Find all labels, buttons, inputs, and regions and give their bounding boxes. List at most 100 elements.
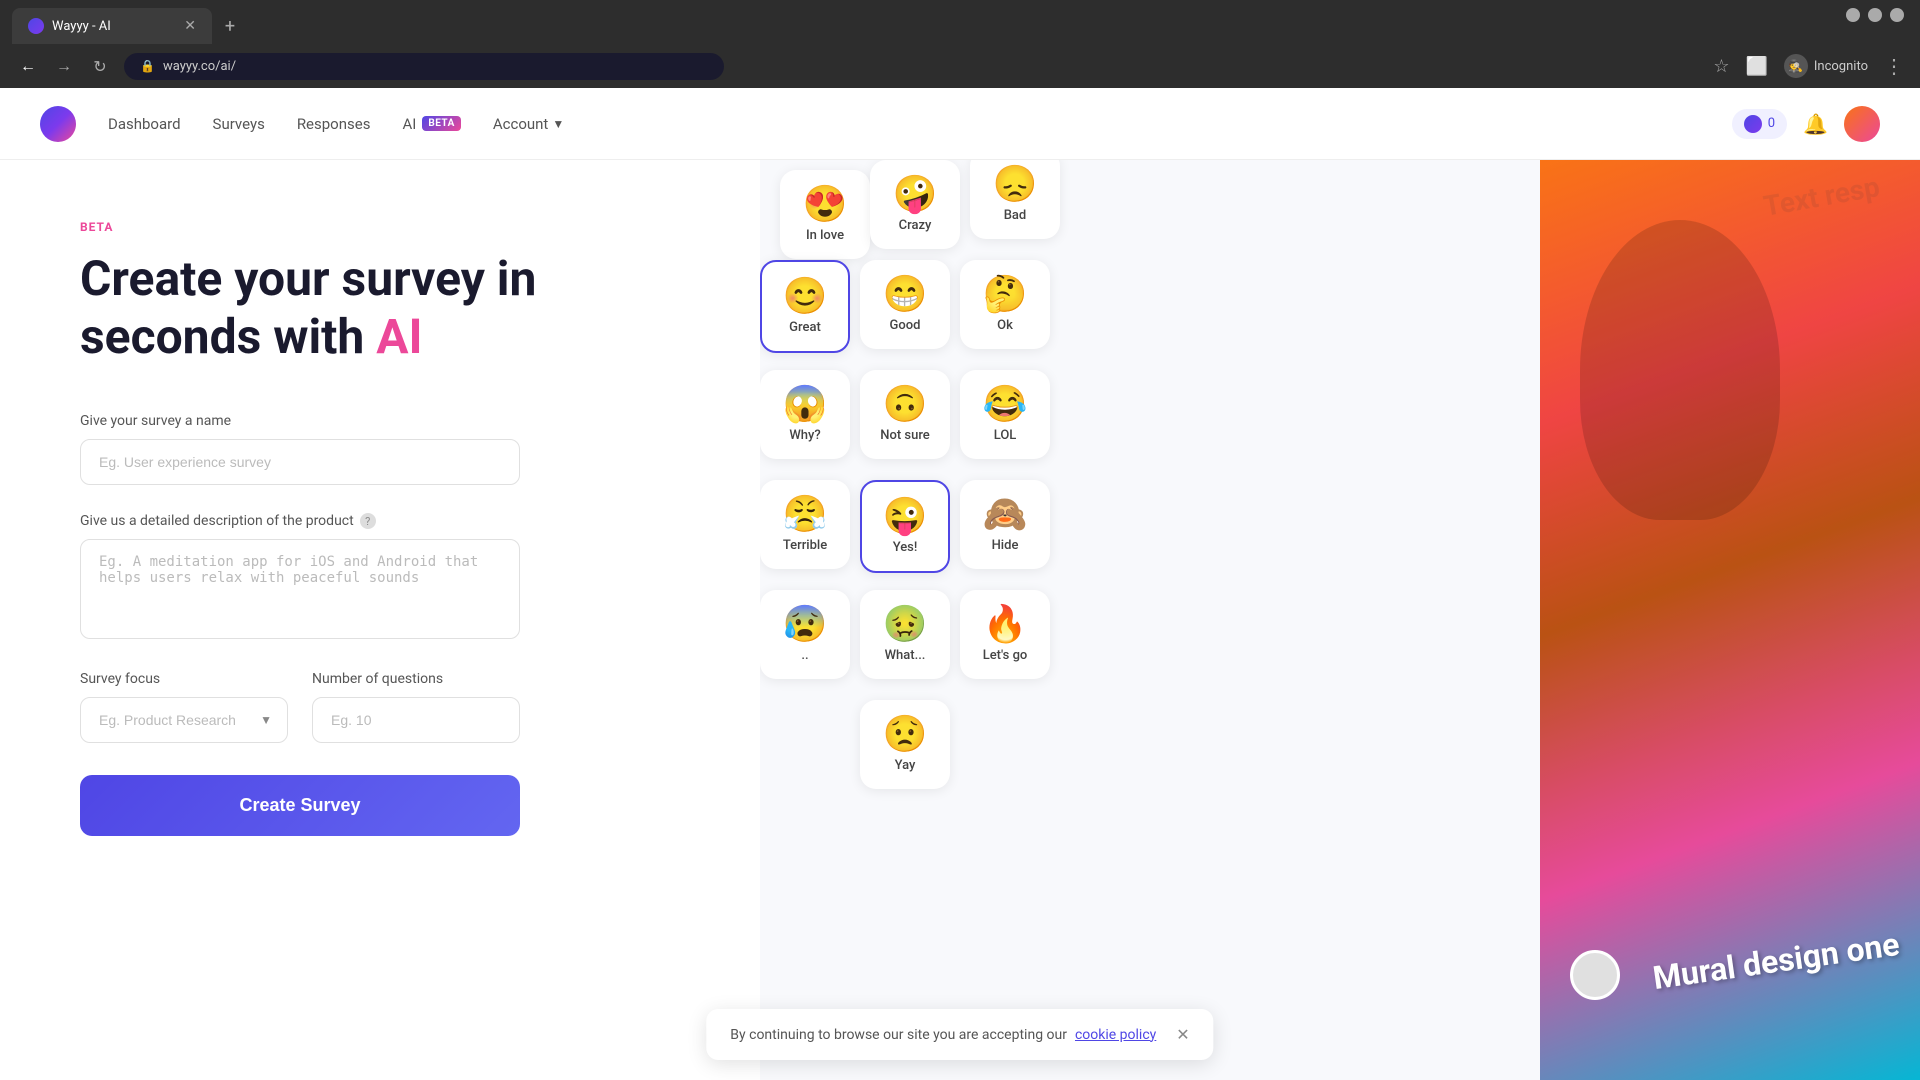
app-navbar: Dashboard Surveys Responses AI BETA Acco… (0, 88, 1920, 160)
list-item[interactable]: 😱Why? (760, 370, 850, 459)
cookie-text: By continuing to browse our site you are… (730, 1027, 1067, 1043)
emoji-icon: 😍 (803, 186, 848, 222)
nav-ai-label: AI (402, 115, 416, 133)
nav-dashboard[interactable]: Dashboard (108, 115, 181, 133)
emoji-label: What... (885, 648, 926, 663)
star-icon[interactable]: ☆ (1713, 56, 1729, 77)
minimize-button[interactable] (1846, 8, 1860, 22)
survey-name-label: Give your survey a name (80, 413, 680, 429)
survey-focus-col: Survey focus Eg. Product Research (80, 671, 288, 743)
num-questions-col: Number of questions (312, 671, 520, 743)
emoji-icon: 😜 (883, 498, 928, 534)
reload-button[interactable]: ↻ (88, 57, 112, 76)
nav-ai[interactable]: AI BETA (402, 115, 460, 133)
cookie-policy-link[interactable]: cookie policy (1075, 1027, 1156, 1043)
emoji-label: Why? (789, 428, 820, 443)
emoji-label: Great (789, 320, 821, 335)
emoji-icon: 😟 (883, 716, 928, 752)
list-item[interactable]: 😰.. (760, 590, 850, 679)
menu-icon[interactable]: ⋮ (1884, 54, 1904, 78)
close-button[interactable] (1890, 8, 1904, 22)
nav-links: Dashboard Surveys Responses AI BETA Acco… (108, 115, 564, 133)
emoji-icon: 🤔 (983, 276, 1028, 312)
help-icon[interactable]: ? (360, 513, 376, 529)
points-icon (1744, 115, 1762, 133)
list-item[interactable]: 🤪Crazy (870, 160, 960, 249)
tab-title: Wayyy - AI (52, 19, 111, 34)
emoji-icon: 😰 (783, 606, 828, 642)
nav-responses[interactable]: Responses (297, 115, 371, 133)
list-item[interactable]: 😜Yes! (860, 480, 950, 573)
survey-focus-select[interactable]: Eg. Product Research (80, 697, 288, 743)
art-radio-button (1570, 950, 1620, 1000)
beta-label: BETA (80, 220, 680, 234)
emoji-label: LOL (994, 428, 1017, 443)
maximize-button[interactable] (1868, 8, 1882, 22)
list-item[interactable]: 😤Terrible (760, 480, 850, 569)
list-item[interactable]: 😍 In love (780, 170, 870, 259)
tab-icon[interactable]: ⬜ (1745, 56, 1767, 77)
new-tab-button[interactable]: + (216, 12, 244, 40)
tab-favicon (28, 18, 44, 34)
hero-title: Create your survey in seconds with AI (80, 250, 680, 365)
list-item[interactable]: 😊 Great (760, 260, 850, 353)
list-item[interactable]: 🙃 Not sure (860, 370, 950, 459)
list-item[interactable]: 😁Good (860, 260, 950, 349)
active-tab[interactable]: Wayyy - AI ✕ (12, 8, 212, 44)
main-content: BETA Create your survey in seconds with … (0, 160, 1920, 1080)
emoji-label: Hide (992, 538, 1019, 553)
emoji-icon: 😤 (783, 496, 828, 532)
emoji-label: Not sure (880, 428, 930, 443)
nav-account[interactable]: Account ▼ (493, 115, 564, 133)
notification-bell-icon[interactable]: 🔔 (1803, 112, 1828, 136)
description-textarea[interactable] (80, 539, 520, 639)
list-item[interactable]: 🙈Hide (960, 480, 1050, 569)
lock-icon: 🔒 (140, 59, 155, 73)
emoji-label: Good (890, 318, 921, 333)
points-count: 0 (1768, 116, 1775, 131)
nav-surveys[interactable]: Surveys (213, 115, 265, 133)
emoji-label: .. (801, 648, 808, 663)
user-avatar[interactable] (1844, 106, 1880, 142)
tab-bar: Wayyy - AI ✕ + (0, 0, 1920, 44)
incognito-label: Incognito (1814, 59, 1868, 74)
browser-actions: ☆ ⬜ 🕵 Incognito ⋮ (1713, 54, 1904, 78)
list-item[interactable]: 😂LOL (960, 370, 1050, 459)
forward-button[interactable]: → (52, 56, 76, 76)
description-label-row: Give us a detailed description of the pr… (80, 513, 680, 529)
emoji-label: Let's go (983, 648, 1028, 663)
survey-name-input[interactable] (80, 439, 520, 485)
create-survey-button[interactable]: Create Survey (80, 775, 520, 836)
incognito-badge: 🕵 Incognito (1784, 54, 1868, 78)
url-bar[interactable]: 🔒 wayyy.co/ai/ (124, 53, 724, 80)
hero-title-line2: seconds with (80, 308, 376, 365)
cookie-close-button[interactable]: ✕ (1176, 1025, 1189, 1044)
points-badge[interactable]: 0 (1732, 109, 1787, 139)
emoji-icon: 🙃 (883, 386, 928, 422)
list-item[interactable]: 😟Yay (860, 700, 950, 789)
survey-focus-label: Survey focus (80, 671, 288, 687)
address-bar: ← → ↻ 🔒 wayyy.co/ai/ ☆ ⬜ 🕵 Incognito ⋮ (0, 44, 1920, 88)
app-logo[interactable] (40, 106, 76, 142)
list-item[interactable]: 🤔Ok (960, 260, 1050, 349)
tab-close-button[interactable]: ✕ (184, 18, 196, 34)
list-item[interactable]: 😞Bad (970, 160, 1060, 239)
num-questions-label: Number of questions (312, 671, 520, 687)
cookie-banner: By continuing to browse our site you are… (706, 1009, 1213, 1060)
emoji-label: In love (806, 228, 844, 243)
num-questions-input[interactable] (312, 697, 520, 743)
back-button[interactable]: ← (16, 56, 40, 76)
form-panel: BETA Create your survey in seconds with … (0, 160, 760, 1080)
nav-right: 0 🔔 (1732, 106, 1880, 142)
emoji-label: Crazy (899, 218, 932, 233)
window-controls (1846, 8, 1904, 22)
ai-beta-badge: BETA (422, 116, 461, 131)
emoji-icon: 😊 (783, 278, 828, 314)
list-item[interactable]: 🔥Let's go (960, 590, 1050, 679)
nav-account-label: Account (493, 115, 549, 133)
emoji-icon: 😞 (993, 166, 1038, 202)
hero-title-line1: Create your survey in (80, 250, 536, 307)
focus-questions-row: Survey focus Eg. Product Research Number… (80, 671, 520, 743)
list-item[interactable]: 🤢What... (860, 590, 950, 679)
chevron-down-icon: ▼ (552, 117, 564, 131)
